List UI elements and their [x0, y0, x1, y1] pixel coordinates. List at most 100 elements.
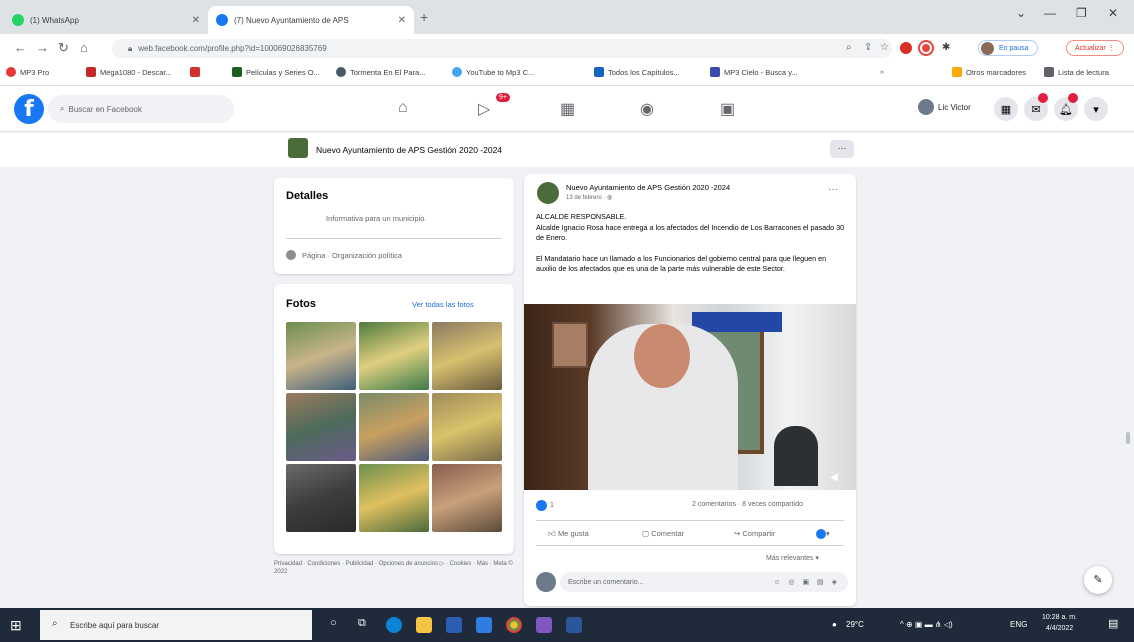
like-button[interactable]: 👍︎ Me gusta — [548, 529, 589, 539]
close-icon[interactable]: ✕ — [398, 15, 406, 26]
page-more-button[interactable]: ··· — [830, 140, 854, 158]
language-indicator[interactable]: ENG — [1010, 620, 1027, 629]
avatar[interactable] — [537, 182, 559, 204]
file-explorer-icon[interactable] — [416, 617, 432, 633]
address-bar[interactable]: 🔒︎ web.facebook.com/profile.php?id=10006… — [112, 39, 892, 58]
facebook-logo-icon[interactable]: f — [14, 94, 44, 124]
photo-thumbnail[interactable] — [432, 464, 502, 532]
share-button[interactable]: ↪ Compartir — [734, 529, 775, 538]
watch-icon[interactable]: ▷ — [478, 99, 490, 119]
home-icon[interactable]: ⌂ — [398, 99, 408, 117]
mail-icon[interactable] — [476, 617, 492, 633]
bookmark-item[interactable]: MP3 Cielo - Busca y... — [710, 67, 798, 77]
marketplace-icon[interactable]: ▦ — [560, 99, 575, 119]
facebook-footer[interactable]: Privacidad · Condiciones · Publicidad · … — [274, 560, 514, 576]
system-tray-icons[interactable]: ^ ⊕ ▣ ▬ ⋔ ◁) — [900, 620, 953, 629]
comment-input[interactable]: Escribe un comentario... ☺ ◎ ▣ ▤ ◈ — [560, 572, 848, 592]
app-icon[interactable] — [536, 617, 552, 633]
post-date[interactable]: 13 de febrero · ◍ — [566, 194, 612, 201]
post-as-selector[interactable]: ▾ — [816, 529, 830, 540]
post-video[interactable]: ◀ — [524, 304, 856, 490]
photo-thumbnail[interactable] — [432, 393, 502, 461]
reading-list-icon — [1044, 67, 1054, 77]
bystander-figure — [774, 426, 818, 486]
other-bookmarks[interactable]: Otros marcadores — [952, 67, 1026, 77]
close-window-button[interactable]: ✕ — [1108, 6, 1118, 20]
minimize-button[interactable]: — — [1044, 6, 1056, 20]
tab-search-icon[interactable]: ⌄ — [1016, 6, 1026, 20]
taskbar-search-input[interactable]: ⌕ Escribe aquí para buscar — [40, 610, 312, 640]
opera-extension-icon[interactable] — [920, 42, 932, 54]
post-author[interactable]: Nuevo Ayuntamiento de APS Gestión 2020 -… — [566, 183, 730, 192]
photo-thumbnail[interactable] — [359, 322, 429, 390]
details-description: Informativa para un municipio. — [326, 214, 427, 223]
forward-button[interactable]: → — [36, 40, 49, 55]
bookmarks-overflow-icon[interactable]: » — [880, 67, 884, 76]
weather-icon[interactable]: ● — [832, 620, 837, 629]
bookmark-star-icon[interactable]: ☆ — [880, 42, 889, 53]
photo-thumbnail[interactable] — [432, 322, 502, 390]
close-icon[interactable]: ✕ — [192, 15, 200, 26]
bookmark-item[interactable]: YouTube to Mp3 C... — [452, 67, 534, 77]
see-all-photos-link[interactable]: Ver todas las fotos — [412, 300, 474, 309]
profile-chip[interactable]: Lic Victor — [918, 99, 971, 115]
share-icon: ↪ — [734, 529, 741, 538]
task-view-icon[interactable]: ⧉ — [358, 617, 366, 630]
scrollbar[interactable] — [1126, 432, 1130, 444]
folder-icon — [952, 67, 962, 77]
cortana-icon[interactable]: ○ — [330, 617, 337, 629]
menu-grid-icon[interactable]: ▦ — [994, 97, 1018, 121]
reactions-count[interactable]: 1 — [536, 500, 554, 511]
share-icon[interactable]: ⇪ — [864, 42, 872, 53]
account-dropdown-icon[interactable]: ▾ — [1084, 97, 1108, 121]
reload-button[interactable]: ↻ — [58, 40, 69, 56]
emoji-icons[interactable]: ☺ ◎ ▣ ▤ ◈ — [773, 578, 840, 586]
page-title[interactable]: Nuevo Ayuntamiento de APS Gestión 2020 -… — [316, 145, 502, 155]
profile-button[interactable]: En pausa — [978, 40, 1038, 56]
extensions-puzzle-icon[interactable]: ✱ — [942, 42, 950, 53]
extension-icon[interactable] — [900, 42, 912, 54]
word-icon[interactable] — [566, 617, 582, 633]
comment-sort-dropdown[interactable]: Más relevantes ▾ — [766, 554, 819, 562]
taskbar-clock[interactable]: 10:28 a. m. 4/4/2022 — [1042, 612, 1077, 634]
comments-shares-count[interactable]: 2 comentarios · 8 veces compartido — [692, 501, 803, 508]
bookmark-icon — [594, 67, 604, 77]
photo-thumbnail[interactable] — [286, 322, 356, 390]
bookmark-item[interactable]: Películas y Series O... — [232, 67, 320, 77]
comment-button[interactable]: ▢ Comentar — [642, 529, 684, 538]
groups-icon[interactable]: ◉ — [640, 99, 654, 119]
windows-start-icon[interactable]: ⊞ — [10, 617, 22, 634]
photo-thumbnail[interactable] — [286, 464, 356, 532]
back-button[interactable]: ← — [14, 40, 27, 55]
bookmark-item[interactable]: MP3 Pro — [6, 67, 49, 77]
tab-facebook[interactable]: (7) Nuevo Ayuntamiento de APS ✕ — [208, 6, 414, 34]
new-message-icon[interactable]: ✎ — [1084, 566, 1112, 594]
bookmark-item[interactable] — [190, 67, 204, 77]
zoom-icon[interactable]: ⌕ — [846, 42, 852, 53]
store-icon[interactable] — [446, 617, 462, 633]
reading-list[interactable]: Lista de lectura — [1044, 67, 1109, 77]
bookmark-item[interactable]: Tormenta En El Para... — [336, 67, 425, 77]
home-button[interactable]: ⌂ — [80, 40, 88, 55]
notification-center-icon[interactable]: ▤ — [1108, 617, 1118, 630]
volume-icon[interactable]: ◀ — [830, 472, 838, 483]
temperature[interactable]: 29°C — [846, 620, 864, 629]
facebook-search-input[interactable]: ⌕ Buscar en Facebook — [48, 95, 234, 123]
page-logo[interactable] — [288, 138, 308, 158]
update-button[interactable]: Actualizar ⋮ — [1066, 40, 1124, 56]
chrome-icon[interactable] — [506, 617, 522, 633]
page-header-bar — [0, 133, 1134, 167]
photo-thumbnail[interactable] — [286, 393, 356, 461]
gaming-icon[interactable]: ▣ — [720, 99, 735, 119]
restore-button[interactable]: ❐ — [1076, 6, 1087, 20]
photo-thumbnail[interactable] — [359, 393, 429, 461]
post-more-icon[interactable]: ··· — [828, 184, 838, 195]
bookmark-item[interactable]: Todos los Capítulos... — [594, 67, 680, 77]
post-text-line: ALCALDE RESPONSABLE. — [536, 212, 627, 221]
avatar — [918, 99, 934, 115]
new-tab-button[interactable]: + — [420, 9, 428, 25]
photo-thumbnail[interactable] — [359, 464, 429, 532]
edge-icon[interactable] — [386, 617, 402, 633]
bookmark-item[interactable]: Mega1080 - Descar... — [86, 67, 172, 77]
tab-whatsapp[interactable]: (1) WhatsApp ✕ — [4, 6, 208, 34]
